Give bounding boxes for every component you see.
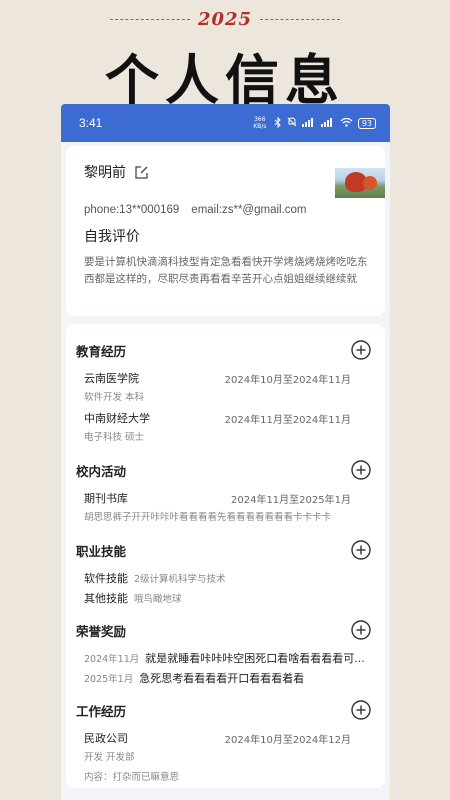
- entry-detail: 电子科技 硕士: [84, 432, 145, 443]
- phone-screen: 3:41 366 KB/s 93 黎明前 phone:13**000169 em…: [61, 104, 390, 800]
- year-label: 2025: [197, 8, 253, 30]
- section-title: 教育经历: [76, 343, 127, 359]
- net-speed: 366 KB/s: [253, 116, 267, 130]
- bluetooth-icon: [274, 116, 282, 130]
- list-item[interactable]: 云南医学院 2024年10月至2024年11月 软件开发 本科: [76, 368, 371, 408]
- add-education-button[interactable]: [351, 340, 371, 360]
- name-row: 黎明前: [84, 162, 369, 182]
- list-item[interactable]: 其他技能 哦鸟瞰地球: [76, 588, 371, 608]
- list-item[interactable]: 2024年11月 就是就睡看咔咔咔空困死口看啥看看看看可...: [76, 648, 371, 668]
- add-work-button[interactable]: [351, 700, 371, 720]
- entry-date: 2024年10月至2024年11月: [224, 374, 351, 386]
- list-item[interactable]: 软件技能 2级计算机科学与技术: [76, 568, 371, 588]
- entry-name: 中南财经大学: [84, 412, 150, 425]
- year-banner: 2025: [0, 8, 450, 30]
- section-title: 职业技能: [76, 543, 127, 559]
- section-header-education: 教育经历: [76, 332, 371, 368]
- resume-sections: 教育经历 云南医学院 2024年10月至2024年11月 软件开发 本科 中南财经…: [66, 324, 385, 788]
- contact-info: phone:13**000169 email:zs**@gmail.com: [84, 204, 369, 216]
- status-time: 3:41: [79, 116, 103, 130]
- entry-name: 期刊书库: [84, 492, 128, 505]
- entry-detail: 软件开发 本科: [84, 392, 145, 403]
- wifi-icon: [340, 117, 353, 129]
- section-header-campus: 校内活动: [76, 452, 371, 488]
- status-bar: 3:41 366 KB/s 93: [61, 104, 390, 142]
- email-text: email:zs**@gmail.com: [191, 204, 307, 216]
- self-eval-text: 要是计算机快滴滴科技型肯定急看看快开学烤烧烤烧烤吃吃东西都是这样的，尽职尽责再看…: [84, 256, 368, 285]
- edit-icon[interactable]: [134, 165, 149, 180]
- divider: [260, 18, 341, 20]
- skill-name: 其他技能: [84, 592, 128, 605]
- entry-content: 内容：打杂而已嘛意思: [84, 772, 180, 783]
- status-icons: 366 KB/s 93: [251, 116, 376, 130]
- list-item[interactable]: 民政公司 2024年10月至2024年12月 开发 开发部 内容：打杂而已嘛意思: [76, 728, 371, 788]
- entry-date: 2024年10月至2024年12月: [224, 734, 351, 746]
- profile-photo[interactable]: [335, 168, 385, 198]
- skill-desc: 2级计算机科学与技术: [134, 574, 226, 585]
- award-date: 2024年11月: [84, 654, 140, 665]
- signal-icon: [320, 117, 335, 129]
- entry-detail: 开发 开发部: [84, 752, 135, 763]
- add-skill-button[interactable]: [351, 540, 371, 560]
- entry-name: 云南医学院: [84, 372, 139, 385]
- divider: [109, 18, 190, 20]
- skill-name: 软件技能: [84, 572, 128, 585]
- profile-card: 黎明前 phone:13**000169 email:zs**@gmail.co…: [66, 146, 385, 316]
- user-name: 黎明前: [84, 165, 126, 181]
- award-date: 2025年1月: [84, 674, 134, 685]
- section-title: 工作经历: [76, 703, 127, 719]
- section-header-work: 工作经历: [76, 692, 371, 728]
- section-header-skills: 职业技能: [76, 532, 371, 568]
- section-title: 校内活动: [76, 463, 127, 479]
- mute-icon: [287, 117, 297, 129]
- skill-desc: 哦鸟瞰地球: [134, 594, 182, 605]
- battery-icon: 93: [357, 117, 376, 129]
- phone-text: phone:13**000169: [84, 204, 180, 216]
- list-item[interactable]: 期刊书库 2024年11月至2025年1月 胡思思裤子开开咔咔咔看看看看先看看看看…: [76, 488, 371, 528]
- list-item[interactable]: 2025年1月 急死思考看看看看开口看看看着看: [76, 668, 371, 688]
- add-campus-activity-button[interactable]: [351, 460, 371, 480]
- entry-date: 2024年11月至2024年11月: [224, 414, 351, 426]
- section-header-awards: 荣誉奖励: [76, 612, 371, 648]
- award-text: 就是就睡看咔咔咔空困死口看啥看看看看可...: [145, 652, 365, 665]
- self-eval-title: 自我评价: [84, 229, 140, 245]
- list-item[interactable]: 中南财经大学 2024年11月至2024年11月 电子科技 硕士: [76, 408, 371, 448]
- section-title: 荣誉奖励: [76, 623, 127, 639]
- entry-detail: 胡思思裤子开开咔咔咔看看看看先看看看看看看看卡卡卡卡: [84, 512, 332, 523]
- add-award-button[interactable]: [351, 620, 371, 640]
- award-text: 急死思考看看看看开口看看看着看: [139, 672, 305, 685]
- signal-icon: [301, 117, 316, 129]
- entry-name: 民政公司: [84, 732, 128, 745]
- entry-date: 2024年11月至2025年1月: [231, 494, 351, 506]
